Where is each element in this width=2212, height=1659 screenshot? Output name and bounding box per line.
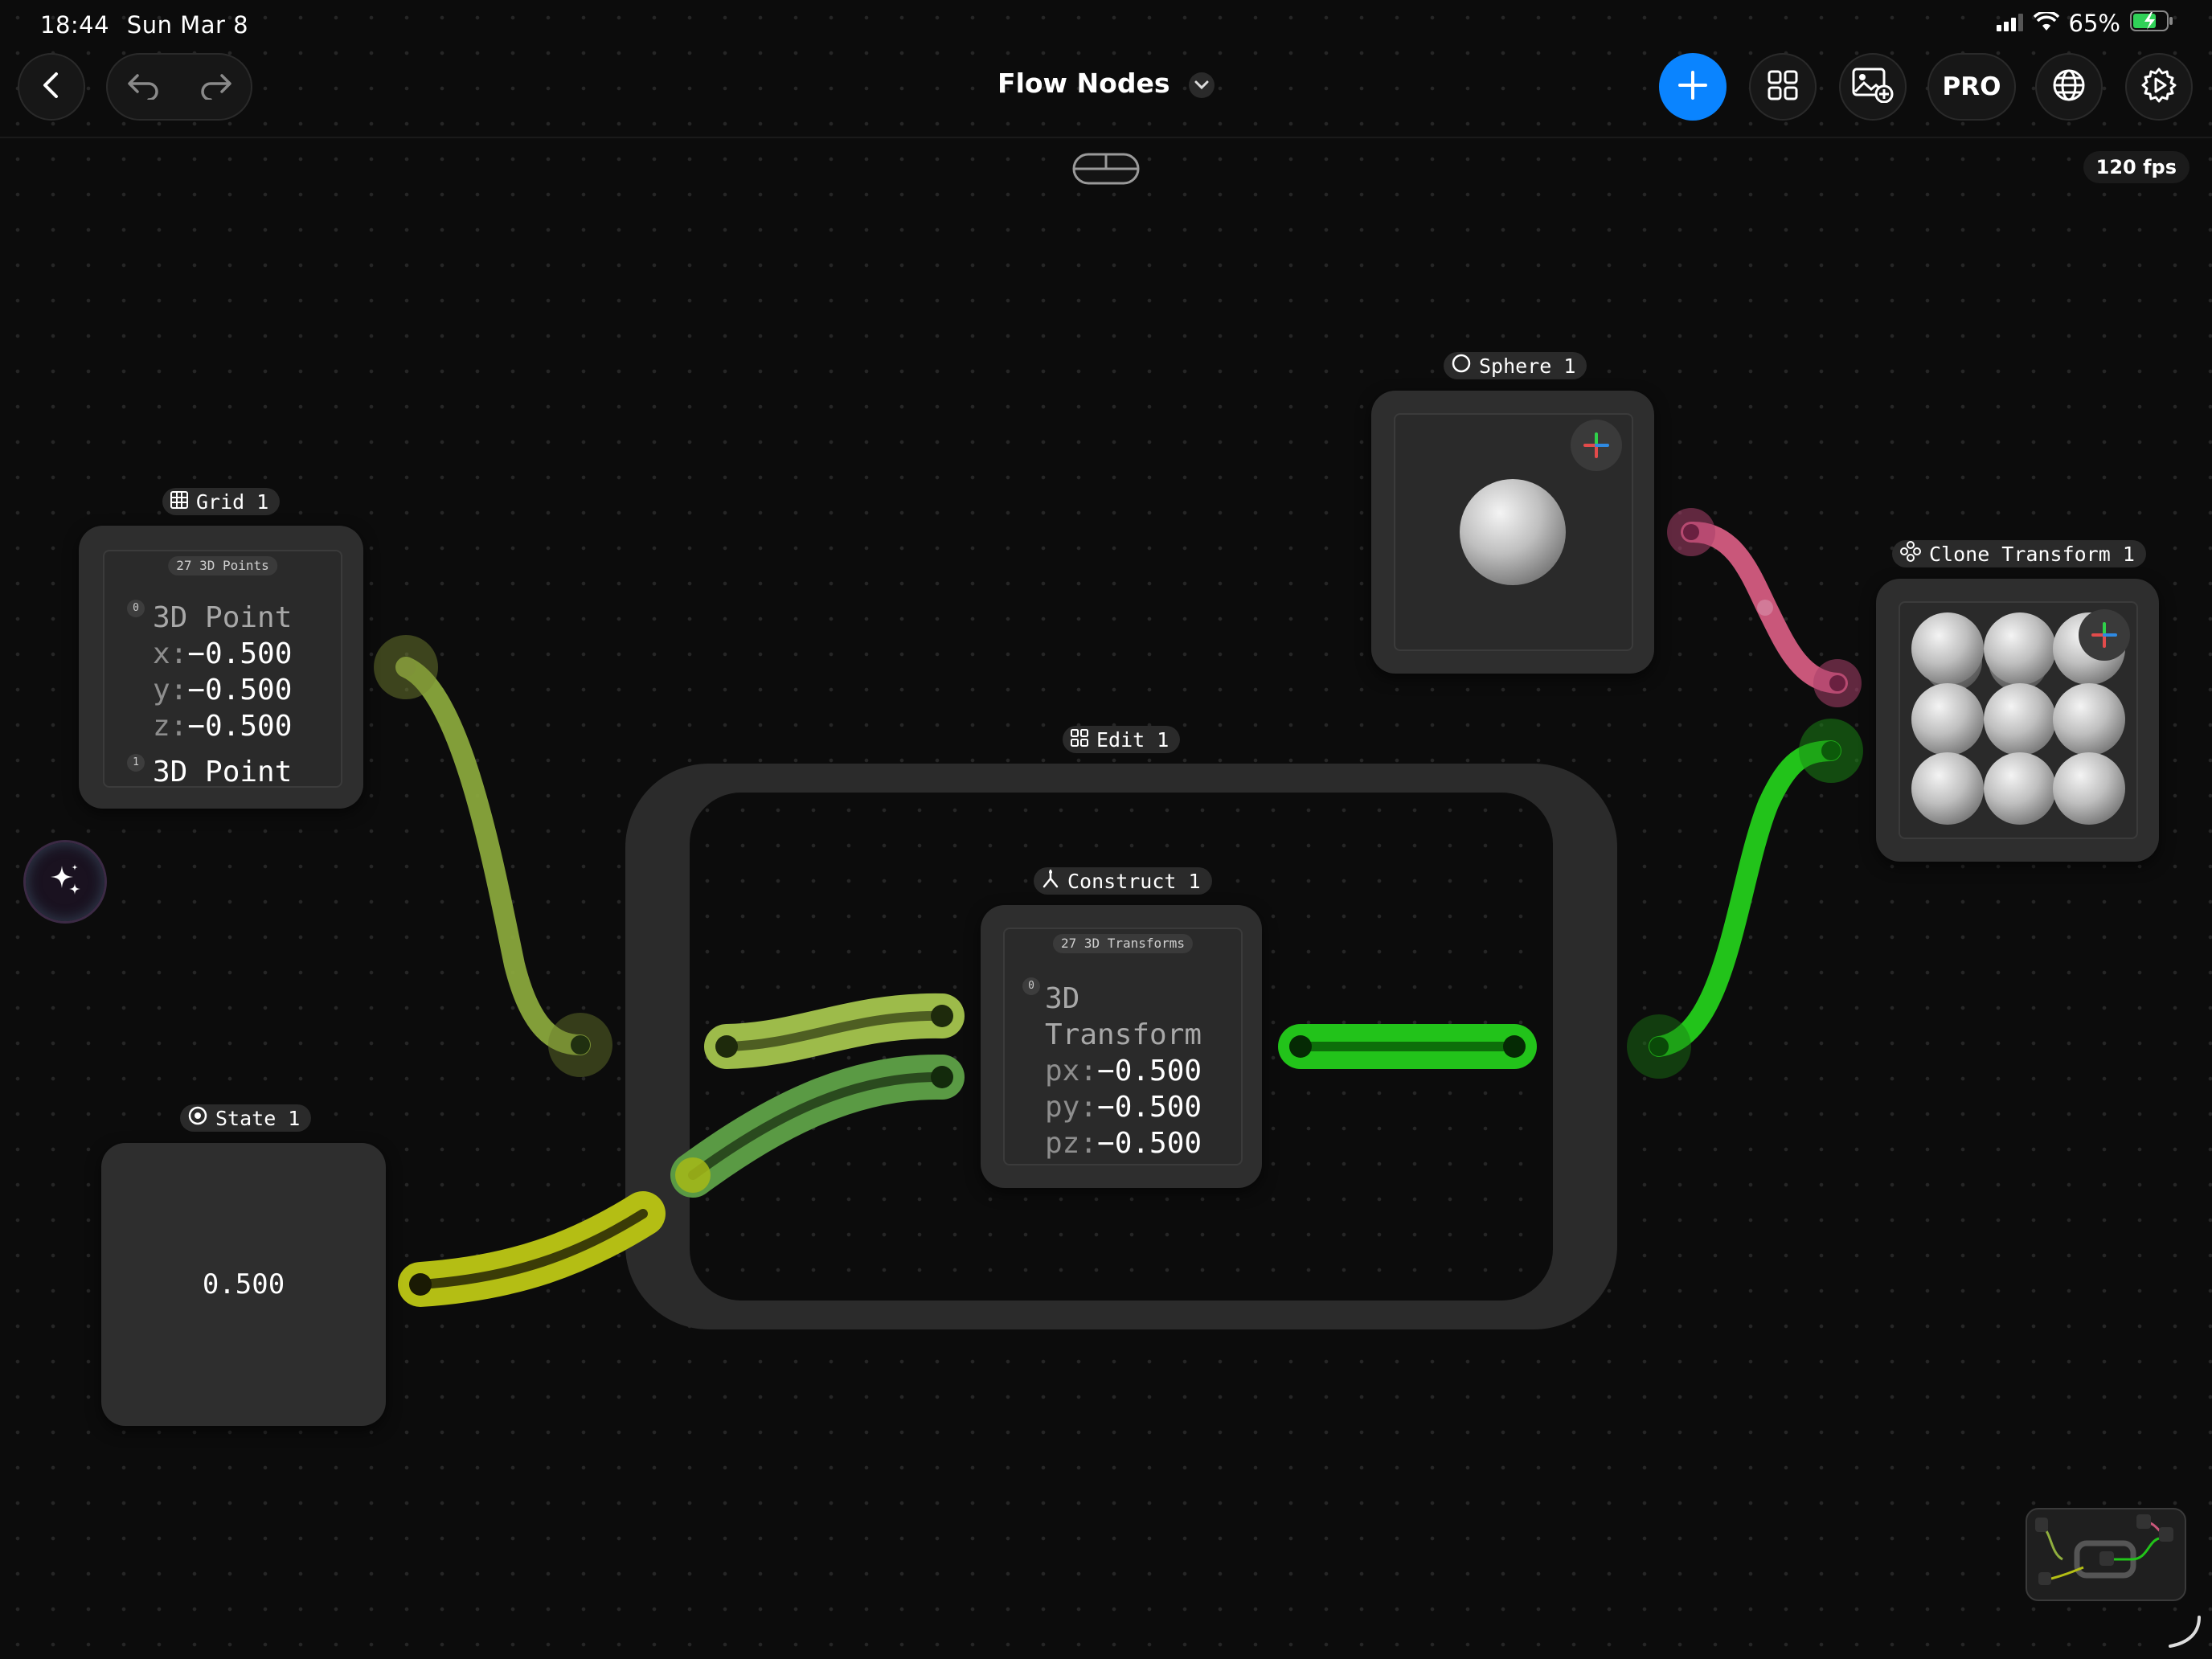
port-state-out — [409, 1273, 432, 1296]
construct-node-label[interactable]: Construct 1 — [1034, 867, 1212, 895]
ai-assistant-button[interactable] — [26, 842, 104, 921]
clone-node-title: Clone Transform 1 — [1929, 542, 2135, 566]
py-key: py: — [1045, 1091, 1098, 1124]
minimap-preview — [2035, 1514, 2173, 1585]
cloned-sphere — [1911, 612, 1984, 685]
construct-node-title: Construct 1 — [1067, 869, 1201, 893]
state-node-label[interactable]: State 1 — [180, 1104, 312, 1132]
construct-node-content[interactable]: 27 3D Transforms 0 3D Transform px:−0.50… — [1003, 928, 1243, 1165]
cloned-sphere — [1984, 612, 2056, 685]
record-circle-icon — [188, 1106, 207, 1130]
cloned-sphere — [1911, 752, 1984, 825]
list-item-index: 0 — [1022, 977, 1040, 995]
state-node-title: State 1 — [215, 1106, 301, 1130]
wire-edit-to-construct-b — [670, 1054, 965, 1198]
sphere-preview[interactable] — [1394, 413, 1633, 651]
sphere-circle-icon — [1452, 354, 1471, 378]
cloned-sphere — [2053, 683, 2125, 756]
cloned-sphere — [1984, 752, 2056, 825]
edit-node-title: Edit 1 — [1096, 727, 1169, 752]
minimap[interactable] — [2026, 1508, 2186, 1601]
px-value: −0.500 — [1097, 1055, 1202, 1088]
y-key: y: — [153, 674, 188, 707]
sparkles-icon — [46, 861, 84, 903]
edit-node-label[interactable]: Edit 1 — [1063, 726, 1181, 753]
pz-value: −0.500 — [1097, 1127, 1202, 1160]
point-type: 3D Point — [153, 601, 293, 634]
grid-node[interactable]: 27 3D Points 0 3D Point x:−0.500 y:−0.50… — [79, 526, 363, 809]
grid-icon — [1071, 728, 1088, 752]
clone-node-label[interactable]: Clone Transform 1 — [1892, 540, 2146, 567]
clone-nodes-icon — [1900, 541, 1921, 567]
transform-gizmo-button[interactable] — [2079, 609, 2130, 661]
py-value: −0.500 — [1097, 1091, 1202, 1124]
cloned-sphere — [2053, 752, 2125, 825]
clone-node[interactable] — [1876, 579, 2159, 862]
axis-gizmo-icon — [2090, 621, 2119, 653]
grid-node-content[interactable]: 27 3D Points 0 3D Point x:−0.500 y:−0.50… — [103, 550, 342, 788]
list-item-index: 0 — [127, 600, 145, 617]
state-value[interactable]: 0.500 — [203, 1268, 285, 1301]
sphere-render — [1460, 479, 1566, 585]
list-item-index: 1 — [127, 754, 145, 772]
wire-grid-to-edit — [395, 657, 591, 1055]
construct-transform-count: 27 3D Transforms — [1052, 934, 1194, 953]
z-value: −0.500 — [187, 710, 293, 743]
cloned-sphere — [1911, 683, 1984, 756]
transform-type-line2: Transform — [1045, 1018, 1202, 1051]
list-item: 3D Point x:−0.500 y:−0.500 z:−0.500 — [153, 600, 292, 744]
transform-gizmo-button[interactable] — [1571, 420, 1622, 471]
grid-point-count: 27 3D Points — [168, 556, 277, 576]
grid-node-label[interactable]: Grid 1 — [162, 488, 281, 515]
construct-node[interactable]: 27 3D Transforms 0 3D Transform px:−0.50… — [981, 905, 1262, 1188]
pz-key: pz: — [1045, 1127, 1098, 1160]
state-node[interactable]: 0.500 — [101, 1143, 386, 1426]
sphere-node-title: Sphere 1 — [1479, 354, 1576, 378]
grid-node-title: Grid 1 — [196, 490, 269, 514]
cloned-sphere — [1984, 683, 2056, 756]
port-edit-internal — [675, 1157, 711, 1193]
construct-merge-icon — [1042, 869, 1059, 893]
transform-type-line1: 3D — [1045, 982, 1080, 1015]
px-key: px: — [1045, 1055, 1098, 1088]
y-value: −0.500 — [187, 674, 293, 707]
x-key: x: — [153, 637, 188, 670]
clone-preview[interactable] — [1899, 601, 2138, 839]
axis-gizmo-icon — [1582, 431, 1611, 463]
x-value: −0.500 — [187, 637, 293, 670]
sphere-node[interactable] — [1371, 391, 1654, 674]
wire-state-to-edit — [398, 1191, 666, 1307]
resize-handle-icon[interactable] — [2167, 1614, 2202, 1653]
table-icon — [170, 490, 188, 514]
z-key: z: — [153, 710, 188, 743]
list-item: 3D Point — [153, 756, 293, 788]
wire-edit-to-clone — [1649, 740, 1841, 1057]
sphere-node-label[interactable]: Sphere 1 — [1444, 352, 1587, 379]
list-item: 3D Transform px:−0.500 py:−0.500 pz:−0.5… — [1045, 981, 1202, 1161]
